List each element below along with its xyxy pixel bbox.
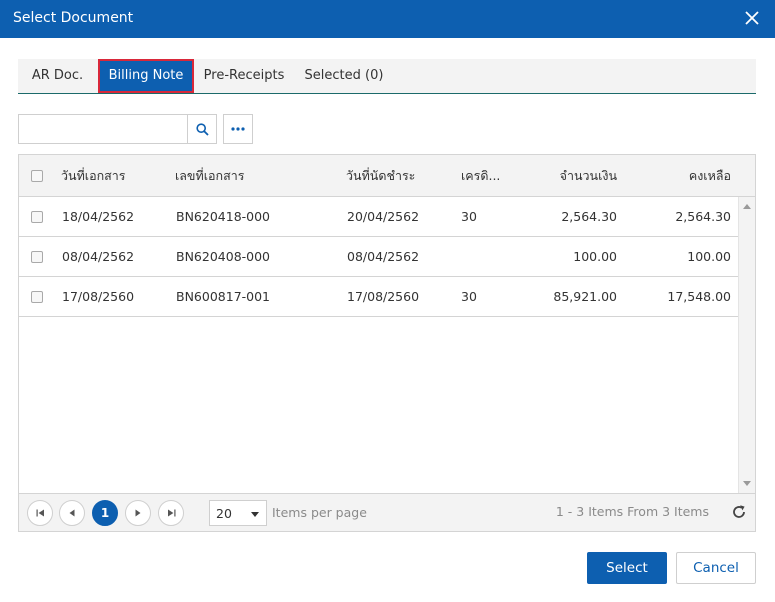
cell-doc-no: BN620418-000 xyxy=(176,209,271,224)
cancel-button[interactable]: Cancel xyxy=(676,552,756,584)
page-size-value: 20 xyxy=(216,506,232,521)
prev-page-icon xyxy=(69,509,75,517)
cell-balance: 17,548.00 xyxy=(667,289,731,304)
search-icon xyxy=(195,122,209,136)
cell-doc-date: 18/04/2562 xyxy=(62,209,135,224)
scroll-down-icon[interactable] xyxy=(743,481,751,486)
page-size-select[interactable]: 20 xyxy=(209,500,267,526)
cell-doc-date: 08/04/2562 xyxy=(62,249,135,264)
prev-page-button[interactable] xyxy=(59,500,85,526)
more-options-button[interactable] xyxy=(223,114,253,144)
cell-balance: 100.00 xyxy=(687,249,731,264)
row-checkbox[interactable] xyxy=(31,211,43,223)
refresh-icon[interactable] xyxy=(731,504,747,520)
last-page-button[interactable] xyxy=(158,500,184,526)
tab-ar-doc[interactable]: AR Doc. xyxy=(18,59,97,93)
grid-header: วันที่เอกสาร เลขที่เอกสาร วันที่นัดชำระ … xyxy=(19,155,755,197)
first-page-icon xyxy=(36,509,44,517)
chevron-down-icon xyxy=(251,512,259,517)
search-box xyxy=(18,114,217,144)
col-amount[interactable]: จำนวนเงิน xyxy=(517,156,617,196)
cell-due-date: 17/08/2560 xyxy=(347,289,420,304)
last-page-icon xyxy=(167,509,175,517)
cell-amount: 100.00 xyxy=(573,249,617,264)
more-icon xyxy=(231,127,245,131)
search-button[interactable] xyxy=(187,115,216,143)
col-doc-no[interactable]: เลขที่เอกสาร xyxy=(175,156,325,196)
col-due-date[interactable]: วันที่นัดชำระ xyxy=(346,156,446,196)
col-credit[interactable]: เครดิ... xyxy=(461,156,521,196)
tab-bar: AR Doc. Billing Note Pre-Receipts Select… xyxy=(18,59,756,94)
pager-info: 1 - 3 Items From 3 Items xyxy=(555,504,709,519)
row-checkbox[interactable] xyxy=(31,291,43,303)
cell-credit xyxy=(461,237,511,277)
document-grid: วันที่เอกสาร เลขที่เอกสาร วันที่นัดชำระ … xyxy=(18,154,756,532)
cell-doc-no: BN600817-001 xyxy=(176,289,271,304)
next-page-icon xyxy=(135,509,141,517)
cell-credit: 30 xyxy=(461,209,477,224)
dialog-titlebar: Select Document xyxy=(0,0,775,38)
tab-pre-receipts[interactable]: Pre-Receipts xyxy=(196,59,292,93)
table-row[interactable]: 08/04/2562 BN620408-000 08/04/2562 100.0… xyxy=(19,237,738,277)
cell-balance: 2,564.30 xyxy=(675,209,731,224)
items-per-page-label: Items per page xyxy=(272,505,367,520)
first-page-button[interactable] xyxy=(27,500,53,526)
tab-billing-note[interactable]: Billing Note xyxy=(98,59,194,93)
scroll-up-icon[interactable] xyxy=(743,204,751,209)
table-row[interactable]: 17/08/2560 BN600817-001 17/08/2560 30 85… xyxy=(19,277,738,317)
pager: 1 20 Items per page 1 - 3 Items From 3 I… xyxy=(19,493,755,531)
col-doc-date[interactable]: วันที่เอกสาร xyxy=(61,156,171,196)
cell-due-date: 20/04/2562 xyxy=(347,209,420,224)
page-number-button[interactable]: 1 xyxy=(92,500,118,526)
next-page-button[interactable] xyxy=(125,500,151,526)
col-balance[interactable]: คงเหลือ xyxy=(631,156,731,196)
select-all-checkbox[interactable] xyxy=(31,170,43,182)
search-input[interactable] xyxy=(19,115,189,143)
table-row[interactable]: 18/04/2562 BN620418-000 20/04/2562 30 2,… xyxy=(19,197,738,237)
cell-amount: 2,564.30 xyxy=(561,209,617,224)
tab-selected[interactable]: Selected (0) xyxy=(294,59,394,93)
close-icon[interactable] xyxy=(743,9,761,27)
dialog-title: Select Document xyxy=(13,10,134,26)
cell-amount: 85,921.00 xyxy=(553,289,617,304)
cell-due-date: 08/04/2562 xyxy=(347,249,420,264)
select-button[interactable]: Select xyxy=(587,552,667,584)
cell-doc-no: BN620408-000 xyxy=(176,249,271,264)
cell-doc-date: 17/08/2560 xyxy=(62,289,135,304)
vertical-scrollbar[interactable] xyxy=(738,197,755,493)
row-checkbox[interactable] xyxy=(31,251,43,263)
cell-credit: 30 xyxy=(461,289,477,304)
